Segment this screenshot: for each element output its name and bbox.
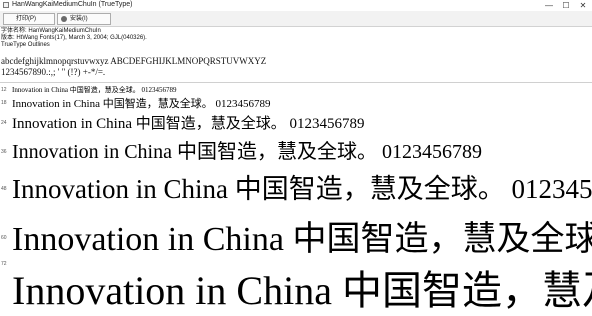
charset-digits: 1234567890.:,; ' " (!?) +-*/=. (1, 67, 106, 77)
sample-text: Innovation in China 中国智造，慧及全球。 012345678… (12, 86, 177, 94)
window-title: HanWangKaiMediumChuIn (TrueType) (12, 1, 133, 8)
font-version-line: 版本: HtWang Fonts(17), March 3, 2004; GJL… (1, 35, 147, 41)
sample-text: Innovation in China 中国智造，慧及全球。 012345678… (12, 174, 592, 204)
divider (0, 82, 592, 83)
charset-letters: abcdefghijklmnopqrstuvwxyz ABCDEFGHIJKLM… (1, 56, 267, 66)
install-button-label: 安装(I) (70, 16, 88, 22)
maximize-button[interactable]: ☐ (557, 0, 575, 11)
sample-text: Innovation in China 中国智造，慧及全球。 012345678… (12, 141, 482, 163)
close-button[interactable]: ✕ (574, 0, 592, 11)
sample-text: Innovation in China 中国智造，慧及全球。 012345678… (12, 116, 365, 132)
shield-icon (61, 16, 67, 22)
sample-size-label: 18 (1, 100, 7, 106)
print-button-label: 打印(P) (16, 16, 36, 22)
sample-size-label: 24 (1, 120, 7, 126)
sample-size-label: 72 (1, 261, 7, 267)
title-bar: HanWangKaiMediumChuIn (TrueType) — ☐ ✕ (0, 0, 592, 11)
sample-text: Innovation in China 中国智造，慧及全球。 012345678… (12, 268, 592, 313)
sample-size-label: 60 (1, 235, 7, 241)
font-file-icon (3, 2, 9, 8)
sample-text: Innovation in China 中国智造，慧及全球。 012345678… (12, 98, 271, 110)
sample-size-label: 12 (1, 87, 7, 93)
sample-size-label: 36 (1, 149, 7, 155)
font-type-line: TrueType Outlines (1, 42, 50, 48)
font-info: 字体名称: HanWangKaiMediumChuIn 版本: HtWang F… (1, 28, 147, 49)
minimize-button[interactable]: — (540, 0, 558, 11)
font-name-line: 字体名称: HanWangKaiMediumChuIn (1, 28, 101, 34)
sample-text: Innovation in China 中国智造，慧及全球。 012345678… (12, 221, 592, 258)
toolbar: 打印(P) 安装(I) (0, 11, 592, 27)
install-button[interactable]: 安装(I) (57, 13, 111, 25)
print-button[interactable]: 打印(P) (3, 13, 55, 25)
sample-size-label: 48 (1, 186, 7, 192)
character-set: abcdefghijklmnopqrstuvwxyz ABCDEFGHIJKLM… (1, 56, 266, 78)
